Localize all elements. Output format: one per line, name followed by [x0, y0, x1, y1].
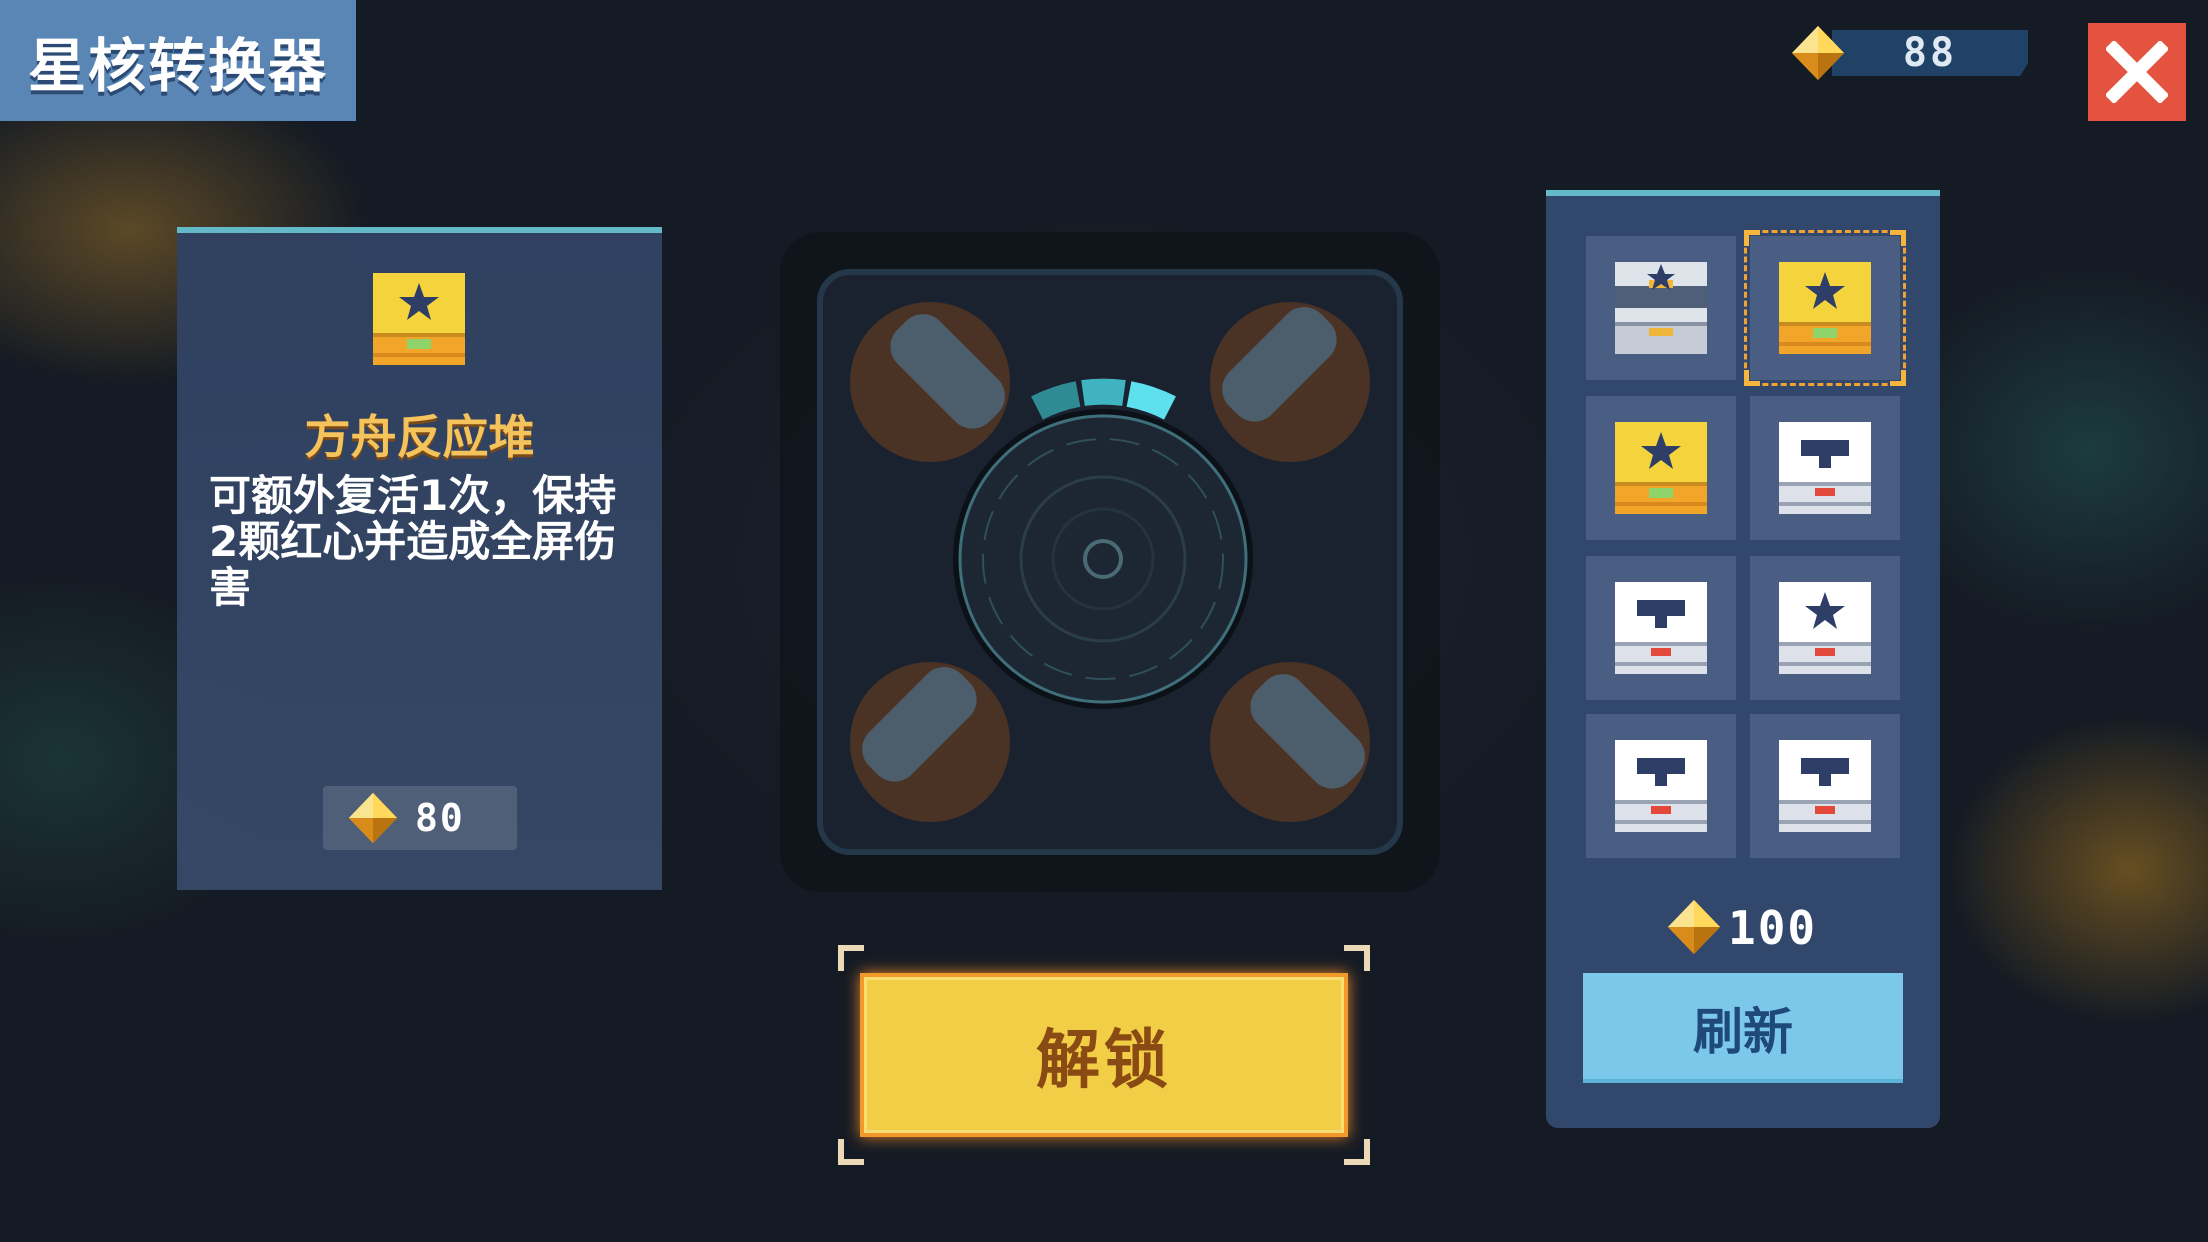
gold-star-chest-icon	[373, 273, 465, 369]
weapon-chest-icon	[1779, 422, 1871, 514]
diamond-gem-icon	[347, 791, 399, 845]
item-slot-gold-star-chest-selected[interactable]	[1744, 230, 1906, 386]
item-price: 80	[323, 786, 517, 850]
weapon-chest-icon	[1615, 582, 1707, 674]
title-tab: 星核转换器	[0, 0, 356, 121]
item-slot-weapon-chest[interactable]	[1750, 396, 1900, 540]
unlock-button-label: 解锁	[1036, 1024, 1172, 1098]
selection-frame	[1744, 230, 1906, 386]
gold-star-chest-icon	[1615, 422, 1707, 514]
converter-device	[760, 212, 1460, 912]
item-slot-silver-star-chest[interactable]	[1586, 236, 1736, 380]
item-description: 可额外复活1次，保持2颗红心并造成全屏伤害	[209, 471, 617, 612]
item-price-value: 80	[415, 796, 465, 840]
diamond-gem-icon	[1790, 24, 1846, 82]
currency-amount: 88	[1902, 30, 1958, 76]
item-detail-panel: 方舟反应堆 可额外复活1次，保持2颗红心并造成全屏伤害 80	[177, 227, 662, 890]
weapon-chest-icon	[1615, 740, 1707, 832]
item-slot-gold-star-chest[interactable]	[1586, 396, 1736, 540]
close-button[interactable]	[2088, 23, 2186, 121]
refresh-button[interactable]: 刷新	[1583, 973, 1903, 1083]
page-title: 星核转换器	[27, 31, 328, 100]
item-slot-weapon-chest[interactable]	[1586, 556, 1736, 700]
refresh-button-label: 刷新	[1693, 1003, 1793, 1061]
currency-display: 88	[1790, 24, 2028, 82]
unlock-button[interactable]: 解锁	[860, 973, 1348, 1137]
item-slot-white-star-chest[interactable]	[1750, 556, 1900, 700]
weapon-chest-icon	[1779, 740, 1871, 832]
silver-star-chest-icon	[1615, 262, 1707, 354]
white-star-chest-icon	[1779, 582, 1871, 674]
refresh-cost: 100	[1666, 896, 1866, 960]
item-slot-weapon-chest[interactable]	[1750, 714, 1900, 858]
item-name: 方舟反应堆	[304, 410, 535, 464]
close-icon	[2106, 41, 2168, 103]
diamond-gem-icon	[1666, 898, 1722, 956]
refresh-cost-value: 100	[1728, 901, 1818, 955]
item-selection-panel: 100 刷新	[1546, 190, 1940, 1128]
unlock-button-frame: 解锁	[838, 945, 1370, 1165]
item-slot-weapon-chest[interactable]	[1586, 714, 1736, 858]
